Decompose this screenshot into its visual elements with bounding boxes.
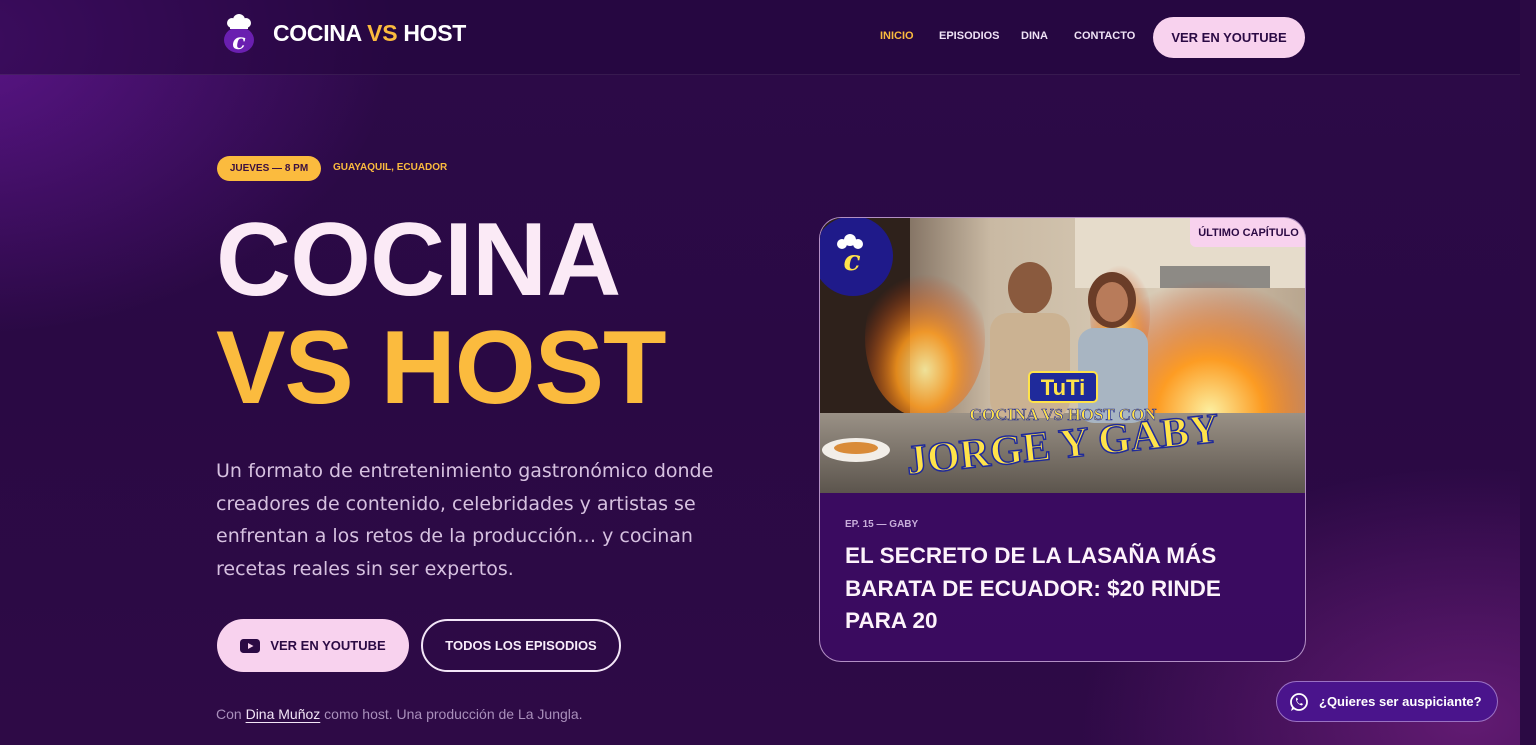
whatsapp-icon bbox=[1290, 692, 1308, 711]
nav-item-inicio[interactable]: INICIO bbox=[880, 30, 914, 42]
all-episodes-button[interactable]: TODOS LOS EPISODIOS bbox=[421, 619, 621, 672]
svg-text:c: c bbox=[843, 244, 860, 277]
brand-word-cocina: COCINA bbox=[273, 20, 362, 46]
hero-description: Un formato de entretenimiento gastronómi… bbox=[216, 460, 714, 580]
hero-title-line2: VS HOST bbox=[216, 310, 667, 426]
nav-item-episodios[interactable]: EPISODIOS bbox=[939, 30, 1000, 42]
nav-item-dina[interactable]: DINA bbox=[1021, 30, 1048, 42]
host-credit: Con Dina Muñoz como host. Una producción… bbox=[216, 706, 583, 722]
watch-youtube-button[interactable]: VER EN YOUTUBE bbox=[217, 619, 409, 672]
location-label: GUAYAQUIL, ECUADOR bbox=[333, 162, 448, 173]
hero-title: COCINA VS HOST bbox=[216, 202, 667, 426]
page-scrollbar[interactable] bbox=[1520, 0, 1536, 745]
youtube-icon bbox=[240, 638, 261, 653]
host-link[interactable]: Dina Muñoz bbox=[246, 706, 321, 722]
svg-text:c: c bbox=[232, 29, 246, 54]
site-header: c COCINA VS HOST INICIO EPISODIOS DINA C… bbox=[0, 0, 1520, 75]
thumbnail-brand: TuTi bbox=[1041, 375, 1085, 400]
credit-suffix: como host. Una producción de La Jungla. bbox=[324, 706, 583, 722]
sponsor-whatsapp-button[interactable]: ¿Quieres ser auspiciante? bbox=[1276, 681, 1498, 722]
brand-name[interactable]: COCINA VS HOST bbox=[273, 20, 466, 47]
episode-meta: EP. 15 — GABY bbox=[845, 519, 919, 530]
credit-prefix: Con bbox=[216, 706, 242, 722]
watch-youtube-label: VER EN YOUTUBE bbox=[270, 638, 386, 653]
chef-logo-icon[interactable]: c bbox=[222, 14, 256, 54]
header-youtube-button[interactable]: VER EN YOUTUBE bbox=[1153, 17, 1305, 58]
latest-episode-badge: ÚLTIMO CAPÍTULO bbox=[1190, 218, 1305, 247]
latest-episode-card[interactable]: c TuTi COCINA VS HOST CON JORGE Y GABY Ú… bbox=[819, 217, 1306, 662]
episode-thumbnail[interactable]: c TuTi COCINA VS HOST CON JORGE Y GABY Ú… bbox=[820, 218, 1305, 493]
hero-title-line1: COCINA bbox=[216, 202, 621, 318]
brand-word-host: HOST bbox=[403, 20, 467, 46]
episode-title[interactable]: EL SECRETO DE LA LASAÑA MÁS BARATA DE EC… bbox=[845, 540, 1265, 638]
brand-word-vs: VS bbox=[367, 20, 398, 46]
nav-item-contacto[interactable]: CONTACTO bbox=[1074, 30, 1135, 42]
schedule-badge: JUEVES — 8 PM bbox=[217, 156, 321, 181]
thumbnail-image: c TuTi COCINA VS HOST CON JORGE Y GABY bbox=[820, 218, 1305, 493]
sponsor-label: ¿Quieres ser auspiciante? bbox=[1319, 694, 1482, 709]
